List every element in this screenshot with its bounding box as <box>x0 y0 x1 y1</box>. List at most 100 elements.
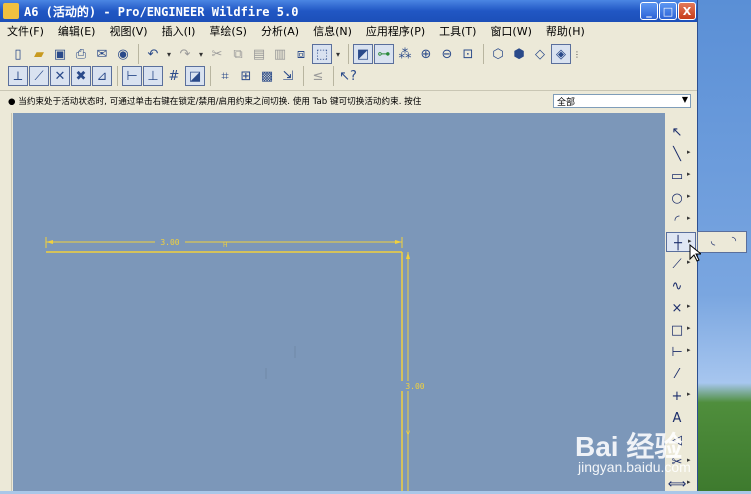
constraint-horizontal[interactable]: H <box>223 242 228 249</box>
cut-icon[interactable]: ✂ <box>207 44 227 64</box>
tool-rectangle[interactable]: ▭ ▸ <box>666 166 696 186</box>
menu-file[interactable]: 文件(F) <box>0 23 51 39</box>
dimension-display-icon[interactable]: ⊢ <box>122 66 142 86</box>
selection-dropdown-icon[interactable]: ▾ <box>333 44 343 64</box>
grid-display-icon[interactable]: # <box>164 66 184 86</box>
circular-fillet-icon[interactable]: ◟ <box>704 234 722 250</box>
email-icon[interactable]: ✉ <box>92 44 112 64</box>
tool-circle[interactable]: ○ ▸ <box>666 188 696 208</box>
tool-select[interactable]: ↖ <box>666 122 696 142</box>
menu-info[interactable]: 信息(N) <box>306 23 359 39</box>
toolbar-separator <box>333 66 334 86</box>
maximize-button[interactable]: □ <box>659 2 677 20</box>
wireframe-icon[interactable]: ⬡ <box>488 44 508 64</box>
select-arrow-icon: ↖ <box>671 124 683 140</box>
tool-constraint[interactable]: + ▸ <box>666 386 696 406</box>
text-icon: A <box>672 410 682 426</box>
dim-horizontal-value[interactable]: 3.00 <box>160 238 179 247</box>
flyout-arrow-icon[interactable]: ▸ <box>687 346 691 354</box>
tool-use-edge[interactable]: □ ▸ <box>666 320 696 340</box>
regenerate-icon[interactable]: ⧈ <box>291 44 311 64</box>
datum-display-icon[interactable]: ⁂ <box>395 44 415 64</box>
zoom-out-icon[interactable]: ⊖ <box>437 44 457 64</box>
no-hidden-icon[interactable]: ◇ <box>530 44 550 64</box>
flyout-arrow-icon[interactable]: ▸ <box>687 148 691 156</box>
sketcher-diagnostics-icon[interactable]: ⌗ <box>215 66 235 86</box>
context-help-icon[interactable]: ↖? <box>338 66 358 86</box>
selection-filter-dropdown[interactable]: 全部 ▼ <box>553 94 691 108</box>
minimize-button[interactable]: _ <box>640 2 658 20</box>
tool-point[interactable]: × ▸ <box>666 298 696 318</box>
menu-applications[interactable]: 应用程序(P) <box>359 23 432 39</box>
menu-window[interactable]: 窗口(W) <box>483 23 538 39</box>
coordinate-system-icon[interactable]: ⊿ <box>92 66 112 86</box>
tool-dimension[interactable]: ⊢ ▸ <box>666 342 696 362</box>
dim-arrow-right <box>395 240 402 244</box>
dimension-icon: ⊢ <box>671 344 683 360</box>
open-folder-icon[interactable]: ▰ <box>29 44 49 64</box>
paste-special-icon[interactable]: ▥ <box>270 44 290 64</box>
orient-icon[interactable]: ⟂ <box>8 66 28 86</box>
redo-icon[interactable]: ↷ <box>175 44 195 64</box>
menu-edit[interactable]: 编辑(E) <box>51 23 103 39</box>
zoom-fit-icon[interactable]: ⊡ <box>458 44 478 64</box>
menu-help[interactable]: 帮助(H) <box>539 23 592 39</box>
tool-arc[interactable]: ◜ ▸ <box>666 210 696 230</box>
hidden-line-icon[interactable]: ⬢ <box>509 44 529 64</box>
toolbar-separator <box>303 66 304 86</box>
datum-points-icon[interactable]: ✖ <box>71 66 91 86</box>
sketch-display-icon[interactable]: ⊶ <box>374 44 394 64</box>
undo-icon[interactable]: ↶ <box>143 44 163 64</box>
elliptical-fillet-icon[interactable]: ◝ <box>725 234 743 250</box>
dim-vertical-value[interactable]: 3.00 <box>405 382 424 391</box>
tool-spline[interactable]: ∿ <box>666 276 696 296</box>
main-toolbar: ▯ ▰ ▣ ⎙ ✉ ◉ ↶ ▾ ↷ ▾ ✂ ⧉ ▤ ▥ ⧈ ⬚ ▾ ◩ ⊶ ⁂ … <box>8 42 583 66</box>
toolbar-separator <box>117 66 118 86</box>
print-icon[interactable]: ⎙ <box>71 44 91 64</box>
view-options-icon[interactable]: ⋮ <box>572 44 582 64</box>
menu-bar: 文件(F) 编辑(E) 视图(V) 插入(I) 草绘(S) 分析(A) 信息(N… <box>0 22 697 40</box>
tool-modify[interactable]: ⁄ <box>666 364 696 384</box>
menu-sketch[interactable]: 草绘(S) <box>202 23 254 39</box>
navigator-splitter[interactable] <box>0 113 12 491</box>
sketch-orientation-icon[interactable]: ◩ <box>353 44 373 64</box>
menu-view[interactable]: 视图(V) <box>102 23 154 39</box>
flyout-arrow-icon[interactable]: ▸ <box>687 192 691 200</box>
sketch-geometry[interactable]: 3.00 H 3.00 V <box>13 113 665 491</box>
menu-insert[interactable]: 插入(I) <box>155 23 203 39</box>
menu-tools[interactable]: 工具(T) <box>432 23 483 39</box>
datum-axes-icon[interactable]: ✕ <box>50 66 70 86</box>
flyout-arrow-icon[interactable]: ▸ <box>687 324 691 332</box>
constraint-display-icon[interactable]: ⊥ <box>143 66 163 86</box>
highlight-open-ends-icon[interactable]: ⇲ <box>278 66 298 86</box>
copy-icon[interactable]: ⧉ <box>228 44 248 64</box>
chevron-down-icon[interactable]: ▼ <box>682 95 688 104</box>
new-file-icon[interactable]: ▯ <box>8 44 28 64</box>
save-icon[interactable]: ▣ <box>50 44 70 64</box>
shade-closed-loops-icon[interactable]: ▩ <box>257 66 277 86</box>
feature-requirements-icon[interactable]: ≤ <box>308 66 328 86</box>
undo-dropdown-icon[interactable]: ▾ <box>164 44 174 64</box>
close-button[interactable]: X <box>678 2 696 20</box>
watermark-url: jingyan.baidu.com <box>578 459 691 475</box>
flyout-arrow-icon[interactable]: ▸ <box>687 390 691 398</box>
tool-line[interactable]: ╲ ▸ <box>666 144 696 164</box>
constraint-vertical[interactable]: V <box>406 430 411 437</box>
vertex-display-icon[interactable]: ◪ <box>185 66 205 86</box>
app-icon <box>3 3 19 19</box>
flyout-arrow-icon[interactable]: ▸ <box>687 214 691 222</box>
flyout-arrow-icon[interactable]: ▸ <box>687 302 691 310</box>
save-a-copy-icon[interactable]: ◉ <box>113 44 133 64</box>
overlap-icon[interactable]: ⊞ <box>236 66 256 86</box>
menu-analysis[interactable]: 分析(A) <box>254 23 306 39</box>
flyout-arrow-icon[interactable]: ▸ <box>687 170 691 178</box>
title-bar[interactable]: A6 (活动的) - Pro/ENGINEER Wildfire 5.0 _ □… <box>0 0 697 22</box>
paste-icon[interactable]: ▤ <box>249 44 269 64</box>
shading-icon[interactable]: ◈ <box>551 44 571 64</box>
selection-box-icon[interactable]: ⬚ <box>312 44 332 64</box>
redo-dropdown-icon[interactable]: ▾ <box>196 44 206 64</box>
window-title: A6 (活动的) - Pro/ENGINEER Wildfire 5.0 <box>24 5 299 19</box>
graphics-canvas[interactable]: 3.00 H 3.00 V <box>13 113 665 491</box>
zoom-in-icon[interactable]: ⊕ <box>416 44 436 64</box>
datum-planes-icon[interactable]: ⟋ <box>29 66 49 86</box>
